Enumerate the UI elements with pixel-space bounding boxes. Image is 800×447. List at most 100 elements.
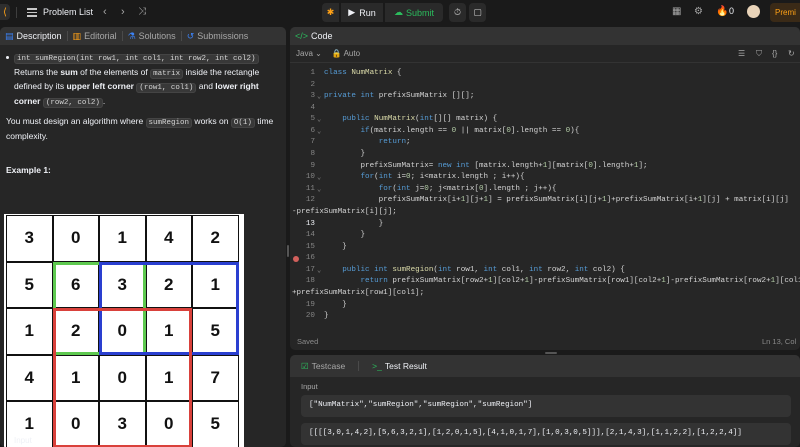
tab-test-result[interactable]: >_ Test Result	[367, 361, 432, 371]
code-line: -prefixSumMatrix[i][j];	[290, 208, 800, 220]
reset-icon[interactable]: ↻	[788, 49, 795, 58]
code-line: 13 }	[290, 220, 800, 232]
code-text: return;	[378, 138, 411, 147]
code-editor[interactable]: 1 class NumMatrix {2 3 ⌄ private int prefixS…	[290, 67, 800, 332]
fold-chevron-icon[interactable]: ⌄	[317, 185, 321, 194]
line-number: 1	[310, 69, 315, 77]
app-root: ⟨ Problem List ‹ › ⤨ ✱ ▶ Run ☁ Submit ⏱ ▢ …	[0, 0, 800, 447]
fold-chevron-icon[interactable]: ⌄	[317, 266, 321, 275]
code-line: 11 ⌄ for(int j=0; j<matrix[0].length ; j+…	[290, 185, 800, 197]
debug-icon[interactable]: ✱	[322, 3, 339, 22]
matrix-cell: 0	[52, 215, 99, 262]
code-line: 20}	[290, 312, 800, 324]
matrix-cell: 5	[192, 401, 239, 447]
matrix-cell: 7	[192, 354, 239, 401]
code-text: }	[324, 312, 329, 321]
tab-editorial[interactable]: ▥ Editorial	[68, 31, 122, 42]
line-number: 18	[305, 277, 315, 286]
code-text: }	[324, 150, 366, 159]
bookmark-icon[interactable]: ⛉	[756, 49, 762, 59]
leetcode-logo-icon[interactable]: ⟨	[0, 4, 10, 20]
braces-icon[interactable]: {}	[772, 49, 777, 58]
tab-submissions[interactable]: ↺ Submissions	[182, 31, 254, 42]
matrix-cell: 4	[145, 215, 192, 262]
saved-status: Saved	[297, 337, 319, 346]
line-number: 5	[310, 115, 315, 124]
line-number: 10	[305, 173, 315, 182]
fold-chevron-icon[interactable]: ⌄	[317, 115, 321, 124]
problem-list-link[interactable]: Problem List	[43, 7, 93, 17]
code-text: prefixSumMatrix[i+1][j+1] = prefixSumMat…	[324, 196, 789, 205]
language-select[interactable]: Java ⌄	[296, 49, 322, 58]
code-text: }	[324, 300, 347, 309]
top-bar: ⟨ Problem List ‹ › ⤨ ✱ ▶ Run ☁ Submit ⏱ ▢ …	[0, 0, 800, 25]
matrix-cell: 6	[52, 261, 99, 308]
settings-icon[interactable]: ⚙	[694, 6, 703, 17]
code-line: 16	[290, 254, 800, 266]
resize-handle-horizontal[interactable]	[545, 352, 557, 354]
complexity-note: You must design an algorithm where sumRe…	[6, 116, 274, 141]
bullet-dot	[6, 56, 9, 59]
code-line: 6 ⌄ if(matrix.length == 0 || matrix[0].le…	[290, 127, 800, 139]
editor-status-bar: Saved Ln 13, Col	[290, 334, 800, 350]
chevron-down-icon: ⌄	[315, 49, 322, 58]
auto-mode[interactable]: 🔒 Auto	[332, 49, 360, 58]
tab-code[interactable]: </> Code	[290, 31, 338, 41]
next-problem-icon[interactable]: ›	[121, 6, 125, 18]
code-line: 7 return;	[290, 138, 800, 150]
code-line: 8 }	[290, 150, 800, 162]
left-tab-bar: ▤ Description ▥ Editorial ⚗ Solutions ↺ Subm…	[0, 27, 286, 45]
code-line: 5 ⌄ public NumMatrix(int[][] matrix) {	[290, 115, 800, 127]
prev-problem-icon[interactable]: ‹	[103, 6, 107, 18]
resize-handle-vertical[interactable]	[287, 245, 289, 257]
premium-button[interactable]: Premi	[770, 3, 800, 22]
divider	[358, 361, 360, 371]
code-text: -prefixSumMatrix[i][j];	[292, 207, 397, 216]
line-number: 17	[305, 265, 315, 274]
avatar[interactable]	[747, 5, 760, 18]
terminal-icon: >_	[372, 361, 382, 371]
cloud-upload-icon: ☁	[393, 7, 403, 17]
submit-button[interactable]: ☁ Submit	[385, 3, 443, 22]
code-line: 1 class NumMatrix {	[290, 69, 800, 81]
play-icon: ▶	[348, 7, 356, 17]
fold-chevron-icon[interactable]: ⌄	[317, 173, 321, 182]
description-content: int sumRegion(int row1, int col1, int ro…	[0, 45, 286, 183]
tab-testcase[interactable]: ☑ Testcase	[296, 361, 350, 372]
menu-icon[interactable]	[27, 6, 37, 18]
line-number: 15	[305, 242, 315, 251]
code-line: 4	[290, 104, 800, 116]
cursor-position: Ln 13, Col	[762, 337, 797, 346]
matrix-cell: 1	[52, 354, 99, 401]
notes-icon[interactable]: ▢	[469, 3, 486, 22]
matrix-cell: 0	[52, 401, 99, 447]
code-text: if(matrix.length == 0 || matrix[0].lengt…	[360, 126, 580, 135]
code-tab-bar: </> Code	[290, 27, 800, 45]
shuffle-icon[interactable]: ⤨	[138, 6, 146, 17]
code-icon: </>	[295, 31, 309, 41]
timer-icon[interactable]: ⏱	[449, 3, 466, 22]
run-button[interactable]: ▶ Run	[341, 3, 383, 22]
history-icon: ↺	[186, 30, 195, 41]
matrix-cell: 2	[145, 261, 192, 308]
line-number: 19	[305, 300, 315, 309]
tab-solutions[interactable]: ⚗ Solutions	[123, 31, 181, 42]
list-item: int sumRegion(int row1, int col1, int ro…	[6, 51, 280, 109]
code-line: +prefixSumMatrix[row1][col1];	[290, 289, 800, 301]
code-line: 17 ⌄ public int sumRegion(int row1, int c…	[290, 266, 800, 278]
code-text: for(int j=0; j<matrix[0].length ; j++){	[378, 184, 557, 193]
code-line: 9 prefixSumMatrix= new int [matrix.lengt…	[290, 162, 800, 174]
fold-chevron-icon[interactable]: ⌄	[317, 92, 321, 101]
divider	[16, 7, 17, 18]
matrix-cell: 0	[99, 354, 146, 401]
tab-description[interactable]: ▤ Description	[0, 31, 67, 42]
line-number: 3	[310, 92, 315, 101]
line-number: 11	[305, 184, 315, 193]
fold-chevron-icon[interactable]: ⌄	[317, 127, 321, 136]
format-icon[interactable]: ☰	[738, 49, 745, 58]
matrix-cell: 2	[52, 308, 99, 355]
layout-icon[interactable]: ▦	[672, 6, 681, 17]
fire-icon[interactable]: 🔥	[716, 6, 728, 17]
test-tab-bar: ☑ Testcase >_ Test Result	[290, 355, 800, 377]
matrix-cell: 1	[145, 354, 192, 401]
